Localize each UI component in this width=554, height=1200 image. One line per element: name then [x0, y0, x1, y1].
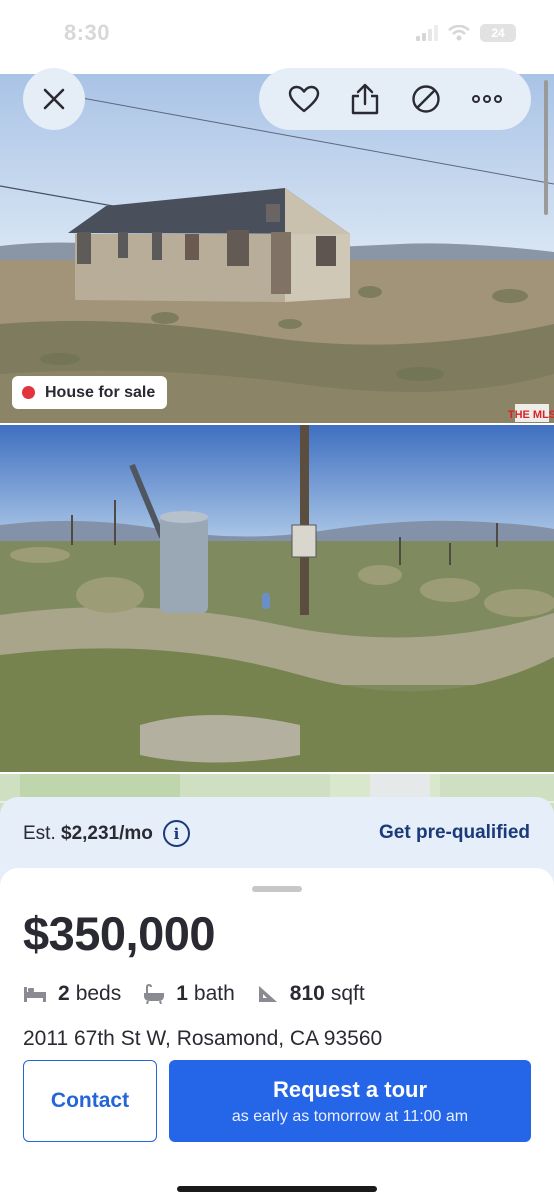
save-button[interactable] — [284, 79, 324, 119]
payment-estimate: Est. $2,231/mo i — [23, 820, 190, 847]
request-tour-button[interactable]: Request a tour as early as tomorrow at 1… — [169, 1060, 531, 1142]
hide-button[interactable] — [406, 79, 446, 119]
listing-summary-sheet: $350,000 2 beds 1 bath 810 sqft 2011 67t… — [0, 868, 554, 1200]
listing-photo-lot[interactable] — [0, 425, 554, 772]
sheet-grabber[interactable] — [252, 886, 302, 892]
contact-button[interactable]: Contact — [23, 1060, 157, 1142]
status-bar: 8:30 24 — [0, 0, 554, 74]
listing-price: $350,000 — [23, 907, 216, 960]
status-badge-label: House for sale — [45, 383, 156, 401]
status-icons: 24 — [416, 24, 516, 42]
close-icon — [43, 88, 65, 110]
share-button[interactable] — [345, 79, 385, 119]
beds-fact: 2 beds — [23, 982, 121, 1006]
sqft-fact: 810 sqft — [257, 982, 365, 1006]
beds-label: beds — [75, 982, 122, 1005]
hide-icon — [411, 85, 440, 113]
bath-icon — [143, 984, 165, 1004]
for-sale-dot — [22, 386, 35, 399]
scroll-indicator — [544, 80, 548, 215]
baths-fact: 1 bath — [143, 982, 235, 1006]
listing-address[interactable]: 2011 67th St W, Rosamond, CA 93560 — [23, 1027, 382, 1051]
baths-label: bath — [193, 982, 235, 1005]
listing-facts: 2 beds 1 bath 810 sqft — [23, 982, 387, 1006]
close-button[interactable] — [23, 68, 85, 130]
mls-logo: THE MLS — [508, 409, 554, 421]
estimate-text: Est. $2,231/mo — [23, 823, 153, 845]
request-tour-subtitle: as early as tomorrow at 11:00 am — [231, 1107, 469, 1125]
status-badge: House for sale — [12, 376, 168, 409]
beds-value: 2 — [58, 982, 70, 1005]
status-time: 8:30 — [64, 20, 111, 45]
sqft-value: 810 — [289, 982, 325, 1005]
more-icon — [471, 95, 502, 103]
request-tour-title: Request a tour — [272, 1076, 428, 1102]
info-icon[interactable]: i — [162, 820, 190, 847]
wifi-icon — [448, 25, 470, 41]
listing-actions — [259, 68, 531, 130]
battery-indicator: 24 — [480, 24, 516, 42]
signal-icon — [416, 25, 438, 41]
get-prequalified-link[interactable]: Get pre-qualified — [379, 822, 530, 844]
sqft-label: sqft — [330, 982, 365, 1005]
estimate-amount: $2,231/mo — [61, 822, 153, 844]
more-button[interactable] — [467, 79, 507, 119]
home-indicator[interactable] — [177, 1186, 377, 1192]
bed-icon — [23, 985, 47, 1003]
ruler-icon — [257, 984, 279, 1004]
share-icon — [351, 83, 378, 115]
baths-value: 1 — [176, 982, 188, 1005]
heart-icon — [288, 85, 319, 113]
estimate-prefix: Est. — [23, 822, 56, 844]
